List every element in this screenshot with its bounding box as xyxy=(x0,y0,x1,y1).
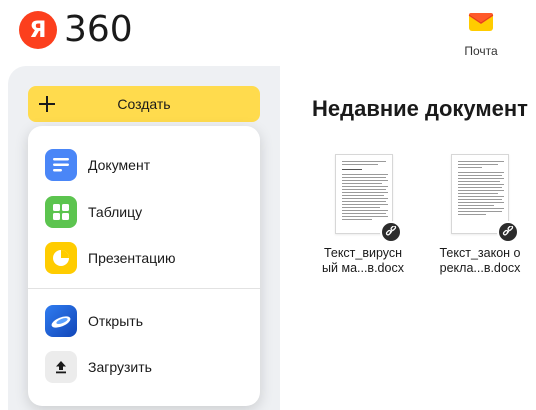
logo-360-text[interactable]: 360 xyxy=(64,10,133,50)
menu-item-label: Открыть xyxy=(88,313,143,329)
document-name-line2: ый ма...в.docx xyxy=(322,261,404,275)
document-name: Текст_закон о рекла...в.docx xyxy=(428,246,532,276)
recent-document-card[interactable]: Текст_закон о рекла...в.docx xyxy=(428,154,532,284)
open-disk-icon xyxy=(45,305,77,337)
menu-divider xyxy=(28,288,260,289)
document-name-line1: Текст_вирусн xyxy=(323,246,403,260)
presentation-icon xyxy=(45,242,77,274)
recent-document-card[interactable]: Текст_вирусн ый ма...в.docx xyxy=(311,154,415,284)
shared-link-icon xyxy=(380,221,402,243)
menu-item-document[interactable]: Документ xyxy=(28,142,260,188)
menu-item-label: Загрузить xyxy=(88,359,152,375)
logo-letter: Я xyxy=(29,17,47,43)
shared-link-icon xyxy=(497,221,519,243)
app-header: Я 360 Почта xyxy=(0,0,536,66)
create-menu: Документ Таблицу Презентацию Открыть Заг… xyxy=(28,126,260,406)
menu-item-label: Документ xyxy=(88,157,151,173)
page-title: Недавние документ xyxy=(312,96,528,121)
spreadsheet-icon xyxy=(45,196,77,228)
mail-icon xyxy=(468,13,494,31)
document-thumbnail xyxy=(451,154,509,234)
upload-icon xyxy=(45,351,77,383)
menu-item-upload[interactable]: Загрузить xyxy=(28,344,260,390)
menu-item-open[interactable]: Открыть xyxy=(28,298,260,344)
document-name-line2: рекла...в.docx xyxy=(439,261,521,275)
document-name: Текст_вирусн ый ма...в.docx xyxy=(311,246,415,276)
mail-label: Почта xyxy=(464,44,498,58)
menu-item-presentation[interactable]: Презентацию xyxy=(28,235,260,281)
menu-item-label: Таблицу xyxy=(88,204,143,220)
create-button-label: Создать xyxy=(117,96,171,112)
document-icon xyxy=(45,149,77,181)
menu-item-spreadsheet[interactable]: Таблицу xyxy=(28,189,260,235)
yandex-logo-icon[interactable]: Я xyxy=(19,11,57,49)
mail-app-link[interactable]: Почта xyxy=(452,6,510,58)
menu-item-label: Презентацию xyxy=(88,250,176,266)
create-button[interactable]: Создать xyxy=(28,86,260,122)
document-name-line1: Текст_закон о xyxy=(439,246,521,260)
